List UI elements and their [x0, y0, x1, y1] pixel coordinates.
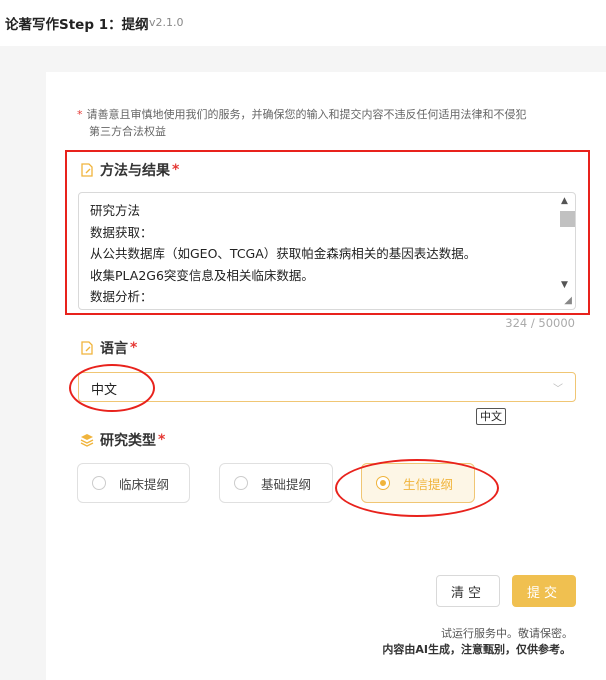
notice-star: * — [77, 108, 83, 121]
top-bar: 论著写作Step 1：提纲 v2.1.0 — [0, 0, 606, 46]
radio-label: 临床提纲 — [119, 476, 170, 492]
language-highlight — [69, 364, 155, 412]
edit-doc-icon — [81, 341, 93, 355]
research-type-label-text: 研究类型 — [100, 433, 156, 449]
scroll-down-icon[interactable]: ▼ — [561, 280, 568, 290]
notice-line1: 请善意且审慎地使用我们的服务，并确保您的输入和提交内容不违反任何适用法律和不侵犯 — [86, 108, 527, 121]
radio-dot[interactable] — [234, 476, 248, 490]
submit-button[interactable]: 提交 — [512, 575, 576, 607]
radio-clinical-outline[interactable]: 临床提纲 — [77, 463, 190, 503]
radio-label: 基础提纲 — [261, 476, 312, 492]
page-title: 论著写作Step 1：提纲 — [5, 17, 149, 33]
chevron-down-icon: ﹀ — [553, 384, 563, 395]
research-type-highlight — [335, 459, 499, 517]
language-label: 语言 * — [80, 338, 137, 358]
methods-text: 研究方法 数据获取： 从公共数据库（如GEO、TCGA）获取帕金森病相关的基因表… — [90, 203, 477, 304]
research-type-required: * — [158, 432, 166, 448]
layers-icon — [80, 434, 94, 447]
clear-button[interactable]: 清空 — [436, 575, 500, 607]
usage-notice: * 请善意且审慎地使用我们的服务，并确保您的输入和提交内容不违反任何适用法律和不侵… — [77, 106, 577, 140]
version-badge: v2.1.0 — [149, 16, 184, 29]
footer-line2: 内容由AI生成，注意甄别，仅供参考。 — [382, 643, 571, 656]
language-required: * — [130, 340, 138, 356]
language-label-text: 语言 — [100, 341, 128, 357]
scroll-up-icon[interactable]: ▲ — [561, 196, 568, 206]
char-counter: 324 / 50000 — [505, 316, 575, 330]
scrollbar[interactable]: ▲ ▼ — [558, 194, 575, 294]
scroll-thumb[interactable] — [560, 211, 575, 227]
language-tooltip: 中文 — [476, 408, 506, 425]
research-type-label: 研究类型 * — [80, 430, 165, 450]
notice-line2: 第三方合法权益 — [89, 125, 166, 138]
methods-textarea[interactable]: 研究方法 数据获取： 从公共数据库（如GEO、TCGA）获取帕金森病相关的基因表… — [78, 192, 576, 310]
radio-basic-outline[interactable]: 基础提纲 — [219, 463, 333, 503]
radio-dot[interactable] — [92, 476, 106, 490]
resize-handle-icon[interactable]: ◢ — [564, 295, 572, 306]
footer-line1: 试运行服务中。敬请保密。 — [441, 627, 573, 640]
